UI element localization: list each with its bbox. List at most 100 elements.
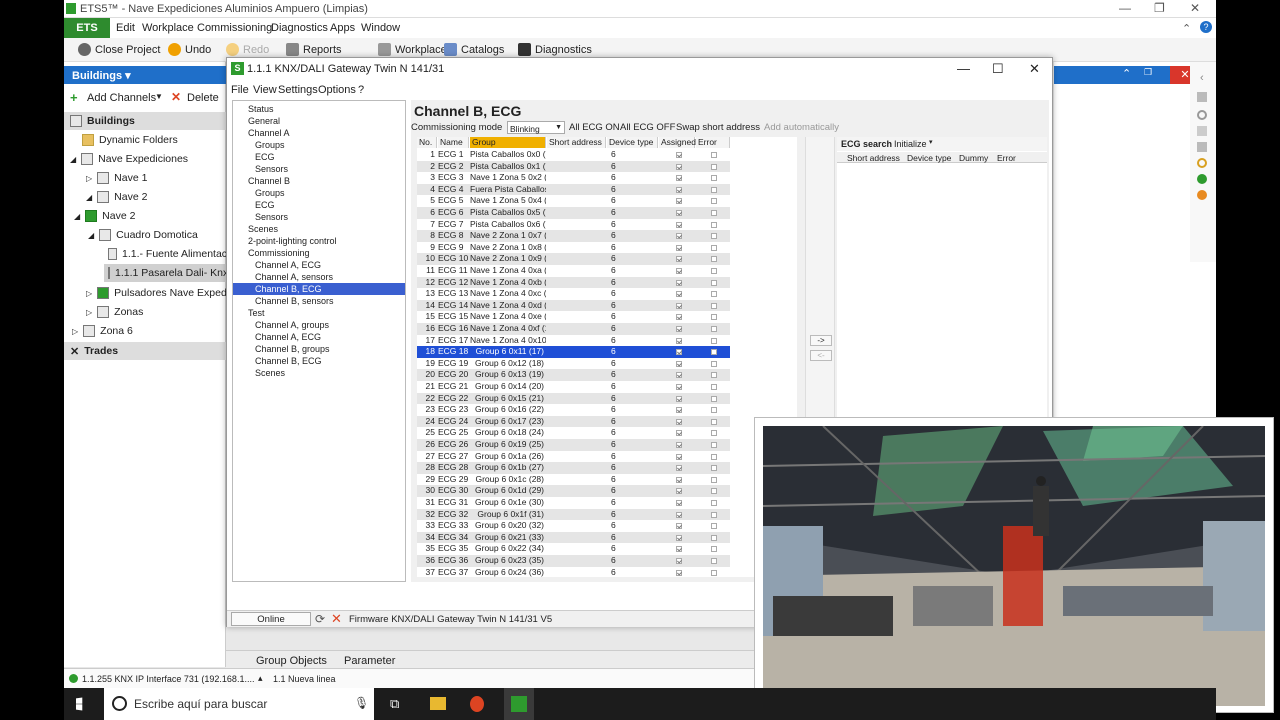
menu-window[interactable]: Window: [361, 22, 400, 34]
nav-scenes[interactable]: Scenes: [245, 223, 281, 235]
error-checkbox[interactable]: [711, 302, 717, 309]
table-row[interactable]: 19 ECG 19 Group 6 0x12 (18) 6: [417, 358, 730, 370]
delete-button[interactable]: Delete: [187, 92, 219, 104]
search-col-dummy[interactable]: Dummy: [959, 153, 988, 163]
table-row[interactable]: 23 ECG 23 Group 6 0x16 (22) 6: [417, 404, 730, 416]
table-row[interactable]: 1 ECG 1 Pista Caballos 0x0 (0) 6: [417, 149, 730, 161]
windows-start-icon[interactable]: [76, 697, 83, 711]
tree-pasarela-dali[interactable]: 1.1.1 Pasarela Dali- Knx K: [104, 264, 238, 282]
table-row[interactable]: 27 ECG 27 Group 6 0x1a (26) 6: [417, 451, 730, 463]
error-checkbox[interactable]: [711, 244, 717, 251]
error-checkbox[interactable]: [711, 256, 717, 263]
error-checkbox[interactable]: [711, 210, 717, 216]
search-col-device-type[interactable]: Device type: [907, 153, 951, 163]
dialog-menu-file[interactable]: File: [231, 84, 249, 96]
assigned-checkbox[interactable]: [676, 453, 682, 460]
error-checkbox[interactable]: [711, 453, 717, 460]
col-no[interactable]: No.: [417, 137, 437, 148]
error-checkbox[interactable]: [711, 476, 717, 483]
tree-buildings[interactable]: Buildings: [64, 112, 226, 130]
redo-button[interactable]: Redo: [226, 43, 269, 56]
menu-diagnostics[interactable]: Diagnostics: [271, 22, 328, 34]
assigned-checkbox[interactable]: [676, 534, 682, 541]
initialize-dropdown-icon[interactable]: ▾: [929, 138, 933, 146]
error-checkbox[interactable]: [711, 221, 717, 228]
assigned-checkbox[interactable]: [676, 360, 682, 367]
table-row[interactable]: 21 ECG 21 Group 6 0x14 (20) 6: [417, 381, 730, 393]
assigned-checkbox[interactable]: [676, 279, 682, 286]
ets-taskbar-button[interactable]: [504, 688, 534, 720]
table-row[interactable]: 25 ECG 25 Group 6 0x18 (24) 6: [417, 427, 730, 439]
chevron-left-icon[interactable]: ‹: [1200, 72, 1204, 84]
taskbar-search[interactable]: Escribe aquí para buscar 🎙: [104, 688, 374, 720]
tree-zona-6[interactable]: ▷ Zona 6: [72, 322, 133, 340]
tree-nave-expediciones[interactable]: ◢ Nave Expediciones: [70, 150, 188, 168]
col-assigned[interactable]: Assigned: [659, 137, 696, 148]
nav-status[interactable]: Status: [245, 103, 277, 115]
error-checkbox[interactable]: [711, 418, 717, 425]
menu-edit[interactable]: Edit: [116, 22, 135, 34]
assigned-checkbox[interactable]: [676, 395, 682, 402]
swap-short-address-button[interactable]: Swap short address: [676, 122, 760, 133]
table-row[interactable]: 5ECG 5 Nave 1 Zona 5 0x4 (4) 6: [417, 195, 730, 207]
tree-trades[interactable]: ✕ Trades: [64, 342, 226, 360]
error-checkbox[interactable]: [711, 337, 717, 344]
assigned-checkbox[interactable]: [676, 418, 682, 425]
col-name[interactable]: Name: [438, 137, 469, 148]
list-icon[interactable]: [1197, 126, 1207, 136]
table-row[interactable]: 17ECG 17Nave 1 Zona 4 0x10 (16) 6: [417, 335, 730, 347]
assigned-checkbox[interactable]: [676, 268, 682, 274]
dialog-menu-settings[interactable]: Settings: [278, 84, 318, 96]
assigned-checkbox[interactable]: [676, 476, 682, 483]
dialog-minimize-icon[interactable]: —: [957, 61, 970, 76]
dialog-menu-view[interactable]: View: [253, 84, 277, 96]
table-row[interactable]: 18 ECG 18 Group 6 0x11 (17) 6: [417, 346, 730, 358]
error-checkbox[interactable]: [711, 558, 717, 564]
table-row[interactable]: 6 ECG 6 Pista Caballos 0x5 (5) 6: [417, 207, 730, 219]
nav-test-channel-a-ecg[interactable]: Channel A, ECG: [252, 331, 324, 343]
nav-test-channel-b-ecg[interactable]: Channel B, ECG: [252, 355, 325, 367]
tab-group-objects[interactable]: Group Objects: [256, 655, 327, 667]
dialog-close-icon[interactable]: ✕: [1029, 61, 1040, 77]
status-up-icon[interactable]: ▴: [258, 673, 263, 684]
tree-nave-2[interactable]: ◢ Nave 2: [86, 188, 147, 206]
error-checkbox[interactable]: [711, 175, 717, 182]
undo-button[interactable]: Undo: [168, 43, 211, 56]
error-checkbox[interactable]: [711, 465, 717, 472]
nav-test-channel-b-groups[interactable]: Channel B, groups: [252, 343, 333, 355]
collapse-up-icon[interactable]: ⌃: [1122, 67, 1131, 80]
error-checkbox[interactable]: [711, 268, 717, 274]
tree-dynamic-folders[interactable]: Dynamic Folders: [82, 131, 178, 149]
table-row[interactable]: 8ECG 8 Nave 2 Zona 1 0x7 (7) 6: [417, 230, 730, 242]
status-interface[interactable]: 1.1.255 KNX IP Interface 731 (192.168.1.…: [82, 674, 254, 684]
search-col-error[interactable]: Error: [997, 153, 1016, 163]
search-icon[interactable]: [1197, 110, 1207, 120]
error-checkbox[interactable]: [711, 326, 717, 332]
error-checkbox[interactable]: [711, 163, 717, 170]
table-row[interactable]: 26 ECG 26 Group 6 0x19 (25) 6: [417, 439, 730, 451]
table-row[interactable]: 16ECG 16Nave 1 Zona 4 0xf (15) 6: [417, 323, 730, 335]
error-checkbox[interactable]: [711, 279, 717, 286]
table-row[interactable]: 12ECG 12Nave 1 Zona 4 0xb (11) 6: [417, 276, 730, 289]
assigned-checkbox[interactable]: [676, 372, 682, 379]
assign-left-button[interactable]: <-: [810, 350, 832, 361]
assigned-checkbox[interactable]: [676, 500, 682, 506]
tree-nave-2-room[interactable]: ◢ Nave 2: [74, 207, 135, 225]
menu-ets[interactable]: ETS: [64, 18, 110, 38]
nav-2-point-lighting[interactable]: 2-point-lighting control: [245, 235, 340, 247]
nav-general[interactable]: General: [245, 115, 283, 127]
nav-channel-b-groups[interactable]: Groups: [252, 187, 288, 199]
collapse-icon[interactable]: ⌃: [1182, 22, 1191, 35]
assigned-checkbox[interactable]: [676, 488, 682, 495]
doc-icon[interactable]: [1197, 142, 1207, 152]
nav-channel-b[interactable]: Channel B: [245, 175, 293, 187]
tree-fuente-alimentacion[interactable]: 1.1.- Fuente Alimentacio: [108, 245, 235, 263]
add-channels-button[interactable]: Add Channels: [87, 92, 156, 104]
nav-comm-channel-a-sensors[interactable]: Channel A, sensors: [252, 271, 336, 283]
error-checkbox[interactable]: [711, 372, 717, 379]
status-icon[interactable]: [1197, 174, 1207, 184]
error-checkbox[interactable]: [711, 360, 717, 367]
assigned-checkbox[interactable]: [676, 430, 682, 437]
error-checkbox[interactable]: [711, 500, 717, 506]
file-explorer-icon[interactable]: [430, 697, 446, 710]
